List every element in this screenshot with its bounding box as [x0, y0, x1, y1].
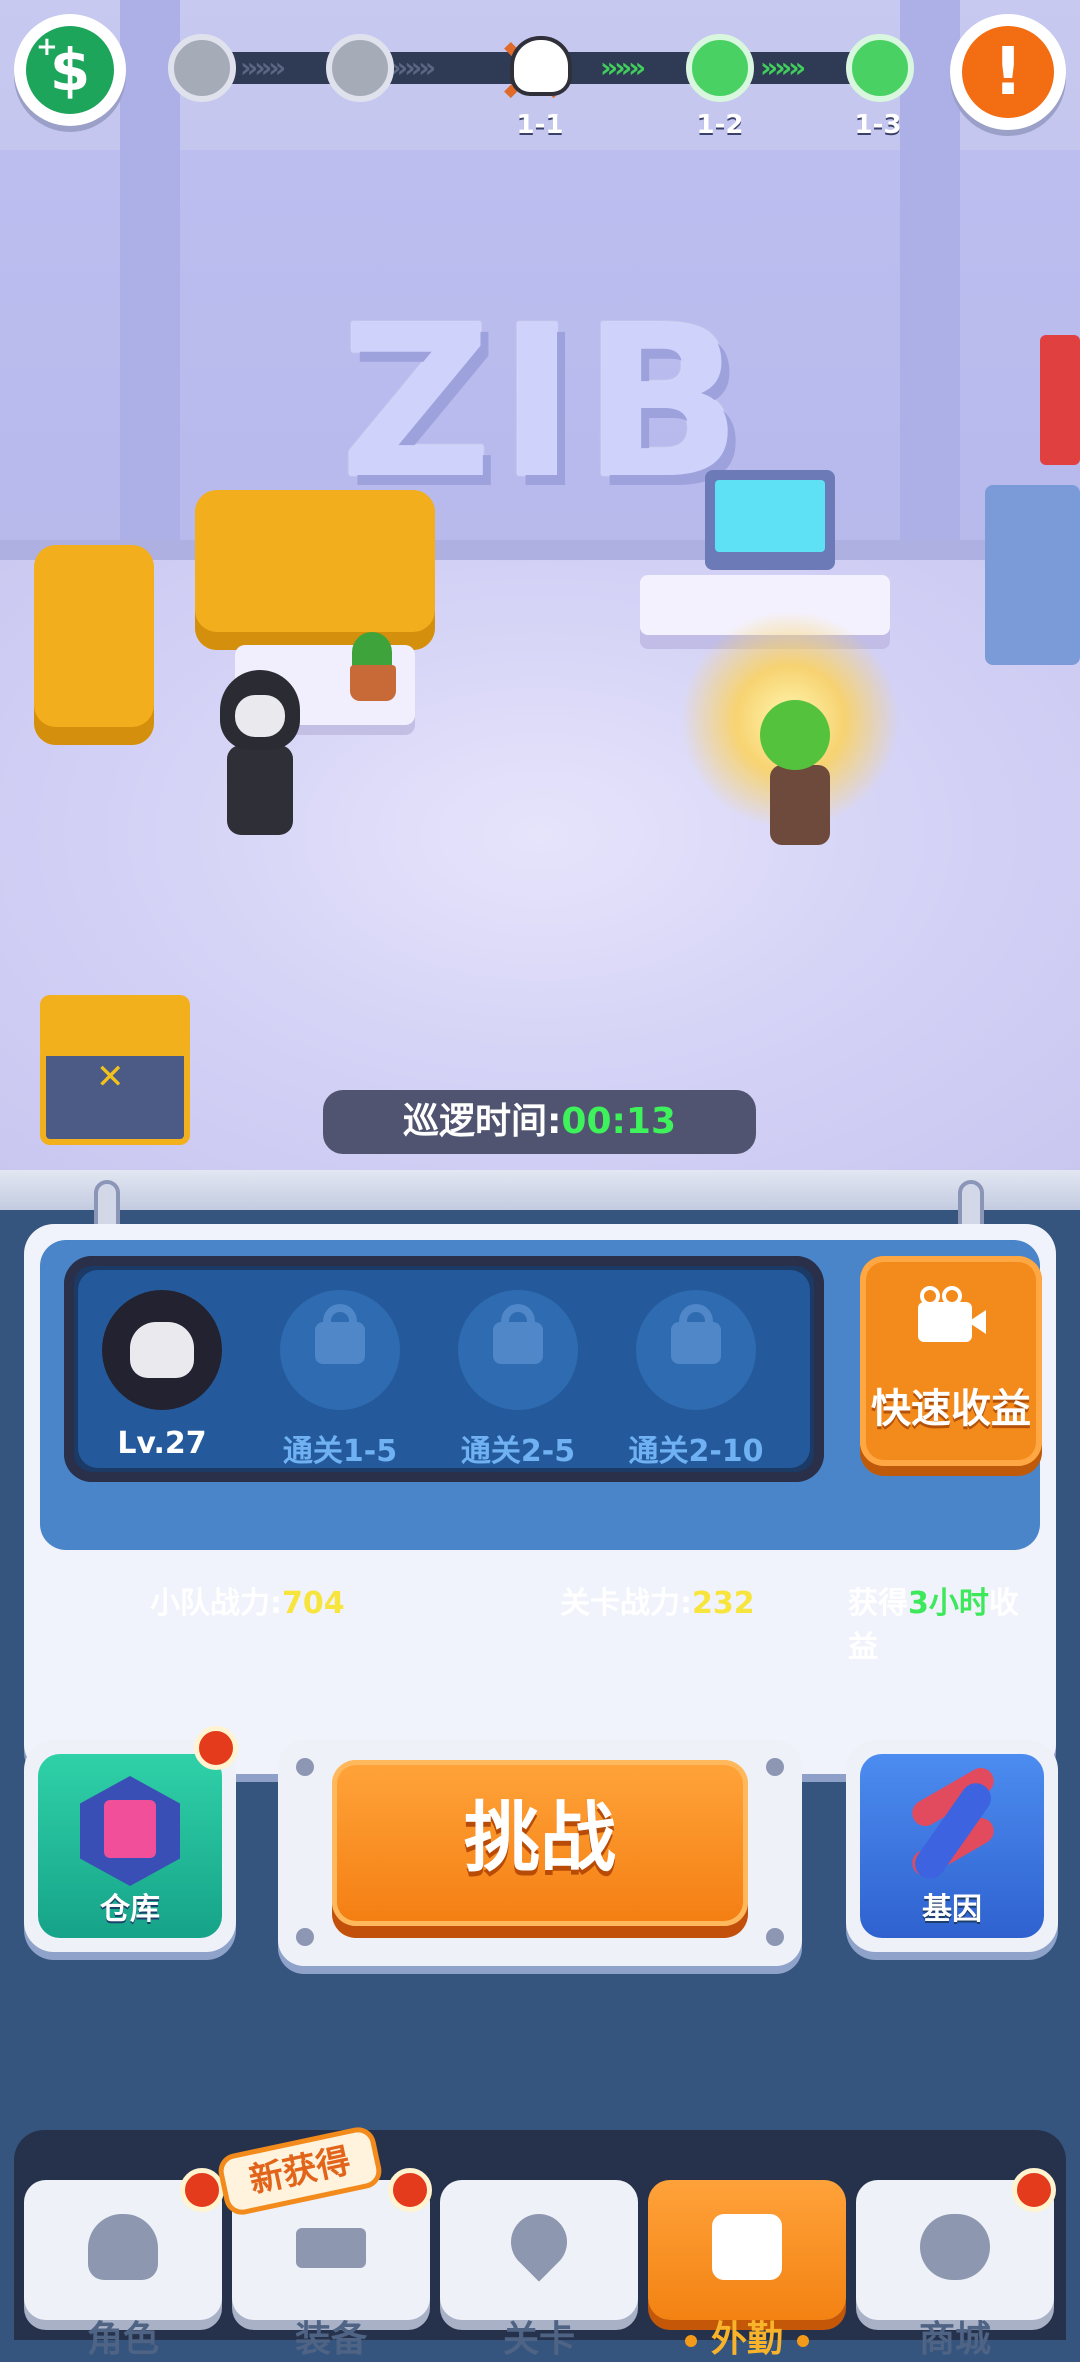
- box-icon: [104, 1800, 156, 1858]
- exclamation-icon: !: [962, 26, 1054, 118]
- stage-node-next: [846, 34, 914, 102]
- map-pin-icon: [499, 2202, 579, 2282]
- wall-poster: [1040, 335, 1080, 465]
- squad-slot-locked[interactable]: [458, 1290, 578, 1410]
- challenge-button[interactable]: 挑战: [332, 1760, 748, 1926]
- notification-dot: [388, 2168, 432, 2212]
- challenge-frame: 挑战: [278, 1740, 802, 1966]
- patrol-panel-area: Lv.27 通关1-5 通关2-5 通关2-10 快速收益 小队战力:704 关…: [0, 1170, 1080, 2360]
- tab-label: 关卡: [502, 2319, 575, 2360]
- notification-dot: [180, 2168, 224, 2212]
- slot-unlock-condition: 通关2-10: [628, 1434, 764, 1469]
- hero-level: Lv.27: [117, 1426, 207, 1461]
- skull-icon: [88, 2214, 158, 2280]
- stage-label: 1-3: [854, 110, 902, 140]
- squad-slots: Lv.27 通关1-5 通关2-5 通关2-10: [64, 1256, 824, 1482]
- squad-slot-hero[interactable]: [102, 1290, 222, 1410]
- stage-node-cleared: [326, 34, 394, 102]
- add-currency-button[interactable]: $ +: [14, 14, 126, 126]
- tab-patrol[interactable]: [648, 2180, 846, 2320]
- tab-label-active: 外勤: [648, 2310, 846, 2362]
- treasure-chest[interactable]: ✕: [40, 995, 190, 1150]
- wall-logo: ZIB: [340, 280, 749, 525]
- stage-node-cleared: [168, 34, 236, 102]
- stage-node-next: [686, 34, 754, 102]
- lock-icon: [671, 1322, 721, 1364]
- printer: [985, 485, 1080, 665]
- gene-button[interactable]: 基因: [846, 1740, 1058, 1952]
- game-scene: ZIB ✕ $ + »»» »»» »»» »»» ✕ 1-1 1-2: [0, 0, 1080, 1170]
- warehouse-label: 仓库: [100, 1892, 160, 1927]
- stage-power: 关卡战力:232: [560, 1586, 755, 1621]
- patrol-label: 巡逻时间:: [403, 1101, 562, 1142]
- notice-button[interactable]: !: [950, 14, 1066, 130]
- patrol-icon: [712, 2214, 782, 2280]
- shop-icon: [920, 2214, 990, 2280]
- enemy-character: [680, 610, 900, 860]
- player-character: [215, 670, 305, 860]
- tab-stage[interactable]: [440, 2180, 638, 2320]
- squad-slot-locked[interactable]: [636, 1290, 756, 1410]
- tab-label: 角色: [86, 2319, 159, 2360]
- tab-label: 商城: [918, 2319, 991, 2360]
- stage-label: 1-1: [516, 110, 564, 140]
- slot-unlock-condition: 通关2-5: [460, 1434, 576, 1469]
- hanging-rail: [0, 1170, 1080, 1210]
- tab-shop[interactable]: [856, 2168, 1056, 2320]
- armchair: [34, 545, 154, 745]
- tab-label: 装备: [294, 2319, 367, 2360]
- sofa: [195, 490, 435, 650]
- notification-dot: [194, 1726, 238, 1770]
- plant-pot: [350, 665, 396, 701]
- squad-slot-locked[interactable]: [280, 1290, 400, 1410]
- computer-monitor: [705, 470, 835, 570]
- lock-icon: [315, 1322, 365, 1364]
- slot-unlock-condition: 通关1-5: [282, 1434, 398, 1469]
- quick-earn-button[interactable]: 快速收益: [860, 1256, 1042, 1466]
- video-camera-icon: [918, 1286, 986, 1346]
- plus-icon: +: [36, 32, 58, 62]
- stage-label: 1-2: [696, 110, 744, 140]
- patrol-time: 00:13: [561, 1101, 676, 1142]
- patrol-timer: 巡逻时间:00:13: [323, 1090, 756, 1154]
- warehouse-button[interactable]: 仓库: [24, 1726, 238, 1952]
- lock-icon: [493, 1322, 543, 1364]
- squad-panel: Lv.27 通关1-5 通关2-5 通关2-10 快速收益 小队战力:704 关…: [24, 1224, 1056, 1774]
- quick-earn-label: 快速收益: [871, 1386, 1031, 1432]
- gene-label: 基因: [922, 1892, 982, 1927]
- team-power: 小队战力:704: [150, 1586, 345, 1621]
- current-stage-skull-icon: ✕: [492, 24, 580, 120]
- gun-icon: [296, 2228, 366, 2268]
- quick-earn-reward: 获得3小时收益: [848, 1586, 1019, 1665]
- notification-dot: [1012, 2168, 1056, 2212]
- tab-character[interactable]: [24, 2168, 224, 2320]
